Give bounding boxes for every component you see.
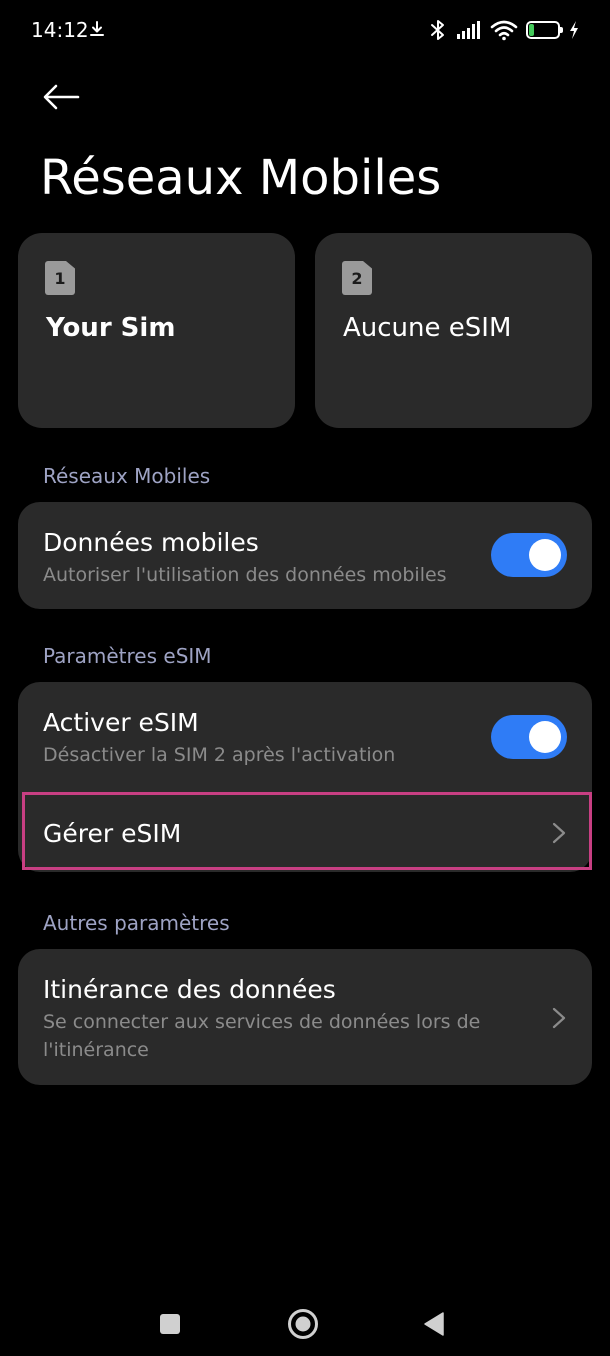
nav-back-button[interactable]: [414, 1304, 454, 1344]
sim-name: Aucune eSIM: [343, 313, 512, 343]
chevron-right-icon: [552, 1007, 566, 1029]
mobile-data-card: Données mobiles Autoriser l'utilisation …: [18, 502, 592, 609]
charging-icon: [570, 21, 578, 39]
page-title: Réseaux Mobiles: [40, 150, 442, 206]
section-header-other-settings: Autres paramètres: [43, 911, 230, 935]
battery-icon: 19: [526, 21, 563, 39]
toggle-knob: [529, 539, 561, 571]
download-icon: [90, 21, 104, 36]
sim-slot-icon: 1: [45, 261, 75, 295]
status-time: 14:12: [31, 18, 89, 42]
chevron-right-icon: [552, 822, 566, 844]
wifi-icon: [490, 20, 518, 41]
back-button[interactable]: [38, 74, 84, 120]
status-icons: 19: [428, 17, 580, 43]
sim-name: Your Sim: [46, 313, 176, 343]
mobile-data-title: Données mobiles: [43, 528, 259, 557]
sim-slot-icon: 2: [342, 261, 372, 295]
mobile-data-subtitle: Autoriser l'utilisation des données mobi…: [43, 564, 447, 586]
esim-settings-card: Activer eSIM Désactiver la SIM 2 après l…: [18, 682, 592, 872]
mobile-data-toggle[interactable]: [491, 533, 567, 577]
section-header-mobile-networks: Réseaux Mobiles: [43, 464, 211, 488]
sim-card-2[interactable]: 2 Aucune eSIM: [315, 233, 592, 428]
recent-apps-icon: [160, 1314, 180, 1334]
home-icon: [288, 1309, 318, 1339]
status-bar: 14:12 19: [0, 0, 610, 60]
sim-slot-number: 2: [351, 268, 363, 288]
manage-esim-title: Gérer eSIM: [43, 819, 182, 848]
other-settings-card: Itinérance des données Se connecter aux …: [18, 949, 592, 1085]
toggle-knob: [529, 721, 561, 753]
sim-slot-number: 1: [54, 268, 66, 288]
activate-esim-row[interactable]: Activer eSIM Désactiver la SIM 2 après l…: [18, 682, 592, 792]
recent-apps-button[interactable]: [150, 1304, 190, 1344]
data-roaming-subtitle-line1: Se connecter aux services de données lor…: [43, 1011, 481, 1033]
bluetooth-icon: [431, 20, 444, 40]
activate-esim-toggle[interactable]: [491, 715, 567, 759]
battery-level: 19: [534, 23, 552, 37]
section-header-esim-settings: Paramètres eSIM: [43, 644, 212, 668]
back-triangle-icon: [424, 1312, 444, 1336]
navigation-bar: [0, 1290, 610, 1356]
manage-esim-row[interactable]: Gérer eSIM: [18, 792, 592, 872]
data-roaming-title: Itinérance des données: [43, 975, 336, 1004]
sim-card-1[interactable]: 1 Your Sim: [18, 233, 295, 428]
home-button[interactable]: [283, 1304, 323, 1344]
battery-fill: [529, 24, 535, 36]
activate-esim-title: Activer eSIM: [43, 708, 199, 737]
arrow-left-icon: [43, 84, 80, 110]
mobile-data-row[interactable]: Données mobiles Autoriser l'utilisation …: [18, 502, 592, 609]
data-roaming-subtitle-line2: l'itinérance: [43, 1039, 149, 1061]
signal-icon: [457, 21, 480, 39]
data-roaming-row[interactable]: Itinérance des données Se connecter aux …: [18, 949, 592, 1085]
activate-esim-subtitle: Désactiver la SIM 2 après l'activation: [43, 744, 396, 766]
